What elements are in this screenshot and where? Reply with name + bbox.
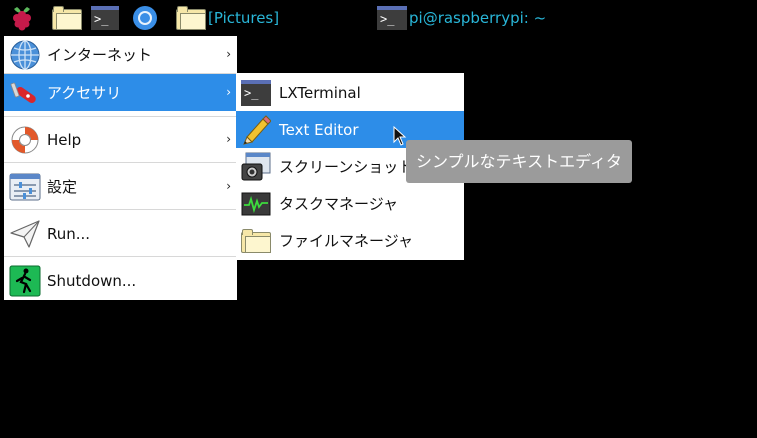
chevron-right-icon: ›: [226, 85, 231, 99]
chevron-right-icon: ›: [226, 47, 231, 61]
folder-icon: [52, 6, 82, 30]
knife-icon: [9, 77, 41, 109]
menu-item-label: アクセサリ: [47, 84, 122, 102]
menu-item-help[interactable]: Help ›: [4, 121, 237, 158]
folder-icon: [176, 6, 206, 30]
menu-divider: [4, 256, 237, 257]
globe-icon: [9, 39, 41, 71]
menu-item-internet[interactable]: インターネット ›: [4, 36, 237, 73]
taskbar: >_ [Pictures] >_ pi@raspberrypi: ~: [0, 0, 757, 36]
terminal-launcher[interactable]: >_: [91, 5, 119, 31]
submenu-item-task-manager[interactable]: タスクマネージャ: [236, 185, 464, 222]
chromium-icon: [133, 6, 157, 30]
taskbar-window-label: [Pictures]: [208, 9, 280, 27]
mouse-cursor-icon: [393, 126, 407, 146]
taskbar-window-label: pi@raspberrypi: ~: [409, 9, 547, 27]
menu-item-label: スクリーンショット: [279, 158, 414, 176]
menu-item-settings[interactable]: 設定 ›: [4, 168, 237, 205]
submenu-item-lxterminal[interactable]: >_ LXTerminal: [236, 74, 464, 111]
chevron-right-icon: ›: [226, 179, 231, 193]
main-menu: インターネット › アクセサリ › Help › 設定 › Run... Shu…: [4, 36, 237, 300]
chevron-right-icon: ›: [226, 132, 231, 146]
menu-item-label: Shutdown...: [47, 271, 137, 290]
menu-item-label: インターネット: [47, 46, 153, 64]
settings-icon: [9, 171, 41, 203]
menu-divider: [4, 209, 237, 210]
menu-item-label: LXTerminal: [279, 83, 361, 102]
taskbar-window-pictures[interactable]: [Pictures]: [176, 5, 279, 31]
terminal-icon: >_: [241, 78, 271, 108]
terminal-icon: >_: [91, 6, 119, 30]
menu-item-shutdown[interactable]: Shutdown...: [4, 262, 237, 299]
menu-item-label: 設定: [47, 178, 78, 196]
menu-item-label: ファイルマネージャ: [279, 232, 413, 250]
menu-divider: [4, 162, 237, 163]
menu-divider: [4, 116, 237, 117]
menu-item-run[interactable]: Run...: [4, 215, 237, 252]
raspberry-icon: [13, 7, 31, 31]
pencil-icon: [241, 114, 272, 145]
submenu-item-file-manager[interactable]: ファイルマネージャ: [236, 222, 464, 259]
menu-item-accessories[interactable]: アクセサリ ›: [4, 74, 237, 111]
lifebuoy-icon: [9, 124, 41, 156]
browser-launcher[interactable]: [131, 5, 159, 31]
file-manager-launcher[interactable]: [52, 5, 82, 31]
taskbar-window-terminal[interactable]: >_ pi@raspberrypi: ~: [377, 5, 546, 31]
menu-item-label: Run...: [47, 224, 91, 243]
terminal-icon: >_: [377, 6, 407, 30]
paper-plane-icon: [9, 218, 41, 250]
screenshot-icon: [241, 152, 271, 182]
menu-item-label: Help: [47, 130, 82, 149]
tooltip: シンプルなテキストエディタ: [406, 140, 632, 183]
menu-item-label: タスクマネージャ: [279, 195, 398, 213]
task-manager-icon: [241, 189, 271, 219]
folder-icon: [241, 226, 271, 256]
exit-icon: [9, 265, 41, 297]
menu-item-label: Text Editor: [279, 120, 359, 139]
raspberry-menu-button[interactable]: [8, 5, 36, 31]
